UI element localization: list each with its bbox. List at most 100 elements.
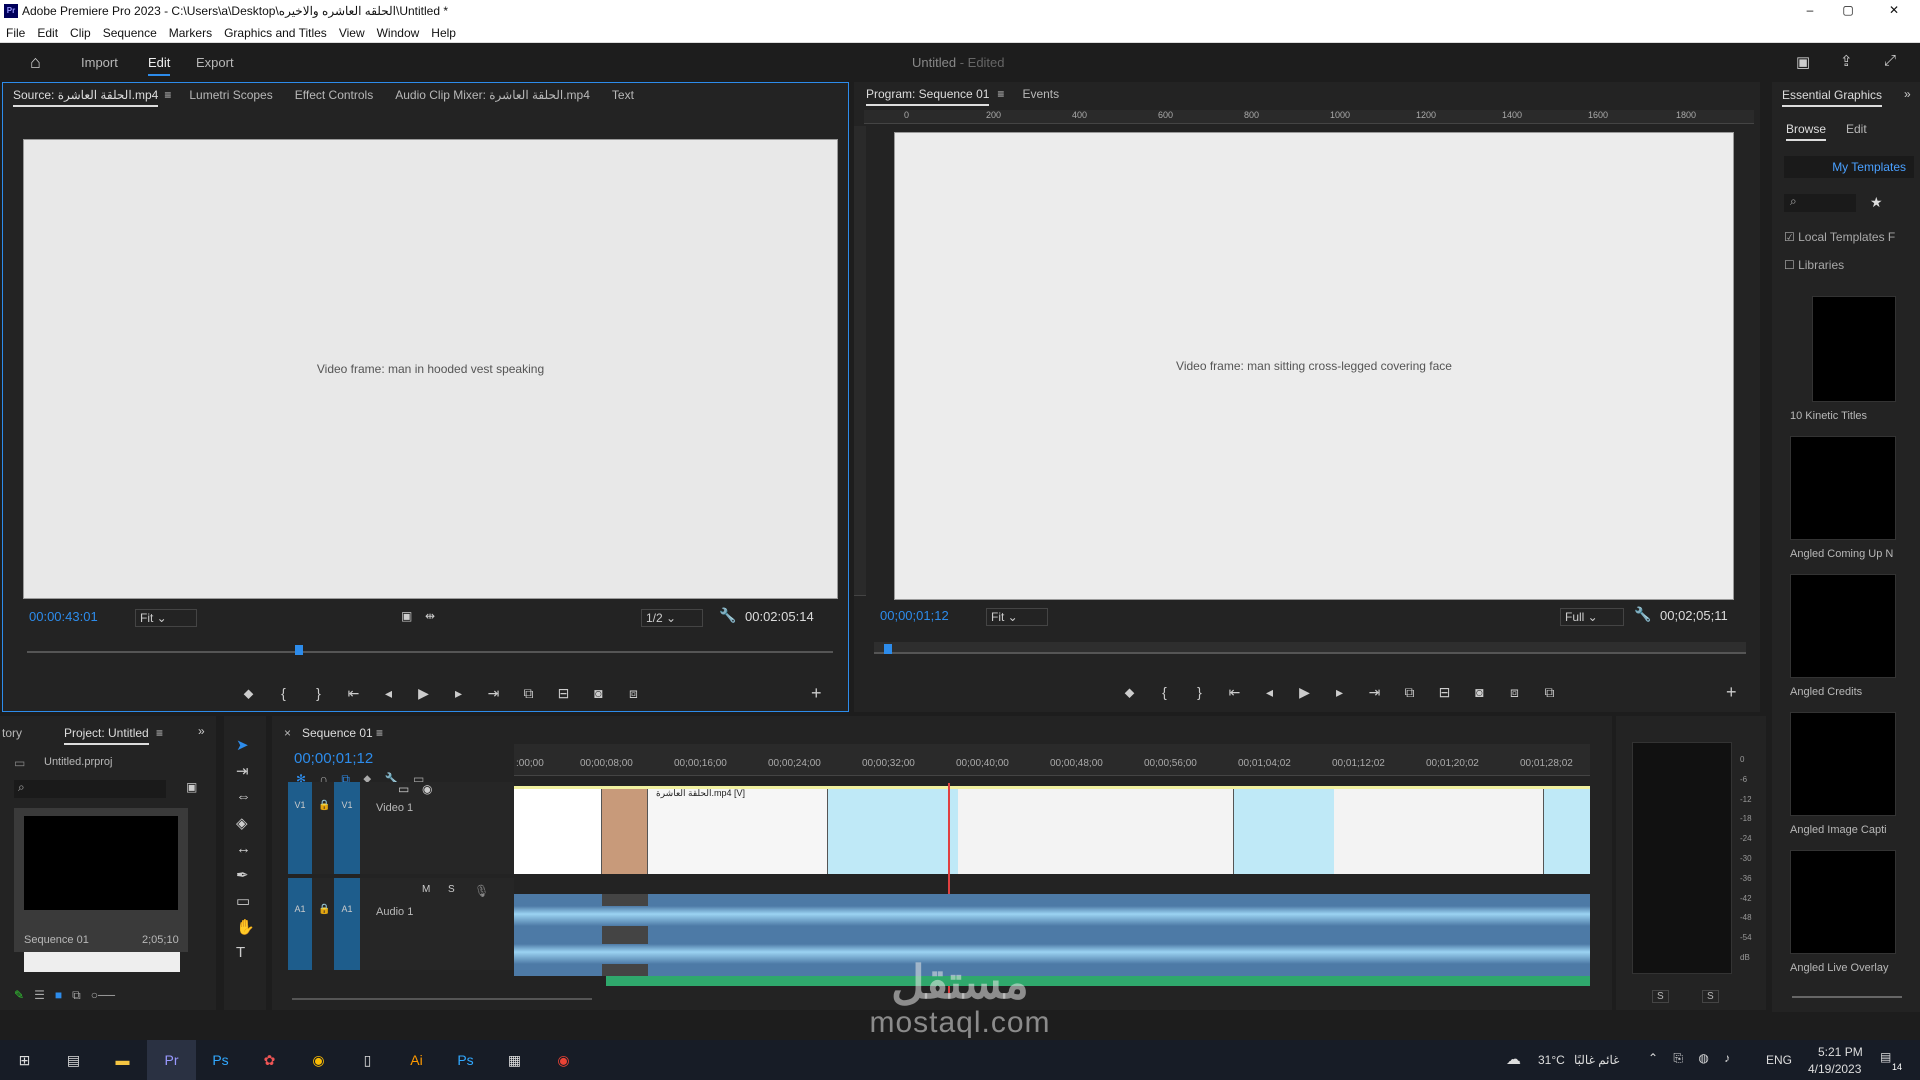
program-fit-dropdown[interactable]: Fit ⌄ <box>986 608 1048 626</box>
lift-icon[interactable]: ⧉ <box>1392 684 1427 701</box>
tab-audio-clip-mixer[interactable]: Audio Clip Mixer: الحلقة العاشرة.mp4 <box>395 88 590 102</box>
play-icon[interactable]: ▶ <box>406 685 441 702</box>
close-button[interactable]: ✕ <box>1884 3 1904 17</box>
project-menu-icon[interactable]: ≡ <box>156 726 163 740</box>
tab-events[interactable]: Events <box>1022 87 1059 101</box>
thumbnail-size-slider[interactable] <box>1792 996 1902 998</box>
photoshop-taskbar-icon[interactable]: Ps <box>441 1040 490 1080</box>
insert-icon[interactable]: ⧉ <box>511 685 546 702</box>
app-taskbar-icon[interactable]: ✿ <box>245 1040 294 1080</box>
video-clip[interactable] <box>1334 789 1544 874</box>
video-clip[interactable] <box>958 789 1234 874</box>
task-view-icon[interactable]: ▤ <box>49 1040 98 1080</box>
tab-text[interactable]: Text <box>612 88 634 102</box>
template-thumbnail[interactable] <box>1790 436 1896 540</box>
close-sequence-icon[interactable]: × <box>284 726 291 740</box>
source-timecode[interactable]: 00:00:43:01 <box>29 609 98 624</box>
clip-thumbnail[interactable] <box>24 952 180 972</box>
panel-menu-icon[interactable]: ≡ <box>164 88 171 102</box>
template-thumbnail[interactable] <box>1790 712 1896 816</box>
new-bin-icon[interactable]: ▣ <box>186 780 197 794</box>
premiere-taskbar-icon[interactable]: Pr <box>147 1040 196 1080</box>
tab-program[interactable]: Program: Sequence 01 <box>866 87 990 106</box>
go-to-in-icon[interactable]: ⇤ <box>336 685 371 702</box>
mute-icon[interactable]: M <box>422 884 430 895</box>
tray-icons[interactable]: ⌃ ⎘ ◍ ♪ <box>1648 1051 1736 1066</box>
notepad-taskbar-icon[interactable]: ▯ <box>343 1040 392 1080</box>
tab-history[interactable]: tory <box>2 726 22 740</box>
selection-tool-icon[interactable]: ➤ <box>236 736 249 754</box>
go-to-out-icon[interactable]: ⇥ <box>476 685 511 702</box>
icon-view-icon[interactable]: ■ <box>55 988 62 1002</box>
add-marker-icon[interactable]: ⬥ <box>231 685 266 702</box>
menu-markers[interactable]: Markers <box>163 23 218 43</box>
camera-icon[interactable]: ◙ <box>581 685 616 701</box>
tab-effect-controls[interactable]: Effect Controls <box>295 88 373 102</box>
illustrator-taskbar-icon[interactable]: Ai <box>392 1040 441 1080</box>
my-templates-button[interactable]: My Templates <box>1784 156 1914 178</box>
project-search-input[interactable]: ⌕ <box>14 780 166 798</box>
sequence-menu-icon[interactable]: ≡ <box>376 726 383 740</box>
step-forward-icon[interactable]: ▸ <box>441 685 476 702</box>
timeline-zoom-scrollbar[interactable] <box>292 998 592 1000</box>
mark-out-icon[interactable]: } <box>1182 684 1217 700</box>
template-thumbnail[interactable] <box>1812 296 1896 402</box>
pen-tool-icon[interactable]: ✒ <box>236 866 249 884</box>
maximize-button[interactable]: ▢ <box>1838 3 1858 17</box>
weather-text[interactable]: غائم غالبًا <box>1574 1053 1619 1067</box>
tab-source[interactable]: Source: الحلقة العاشرة.mp4 <box>13 88 159 107</box>
notification-icon[interactable]: ▤ <box>1880 1050 1891 1064</box>
workspace-tab-export[interactable]: Export <box>196 55 234 70</box>
multicam-icon[interactable]: ⧈ <box>616 685 651 702</box>
play-icon[interactable]: ▶ <box>1287 684 1322 701</box>
chrome-taskbar-icon[interactable]: ◉ <box>294 1040 343 1080</box>
timeline-timecode[interactable]: 00;00;01;12 <box>294 750 373 767</box>
source-resolution-dropdown[interactable]: 1/2 ⌄ <box>641 609 703 627</box>
eye-icon[interactable]: ◉ <box>422 782 432 796</box>
weather-icon[interactable]: ☁ <box>1506 1050 1521 1068</box>
ripple-edit-tool-icon[interactable]: ⇔ <box>236 788 251 805</box>
step-forward-icon[interactable]: ▸ <box>1322 684 1357 701</box>
go-to-in-icon[interactable]: ⇤ <box>1217 684 1252 701</box>
step-back-icon[interactable]: ◂ <box>1252 684 1287 701</box>
chrome-profile-taskbar-icon[interactable]: ◉ <box>539 1040 588 1080</box>
program-add-button-icon[interactable]: + <box>1726 682 1737 703</box>
program-menu-icon[interactable]: ≡ <box>997 87 1004 101</box>
rectangle-tool-icon[interactable]: ▭ <box>236 892 250 910</box>
tab-browse[interactable]: Browse <box>1786 122 1827 141</box>
source-scrub-bar[interactable] <box>27 651 833 653</box>
quick-export-icon[interactable]: ▣ <box>1796 53 1810 71</box>
workspace-tab-edit[interactable]: Edit <box>148 55 171 76</box>
file-explorer-icon[interactable]: ▬ <box>98 1040 147 1080</box>
zoom-slider-icon[interactable]: ○── <box>91 988 115 1002</box>
windows-start-icon[interactable]: ⊞ <box>0 1040 49 1080</box>
program-scrub-bar[interactable] <box>874 642 1746 654</box>
menu-window[interactable]: Window <box>371 23 426 43</box>
workspace-tab-import[interactable]: Import <box>81 55 118 70</box>
list-view-icon[interactable]: ☰ <box>34 988 45 1002</box>
source-add-button-icon[interactable]: + <box>811 683 822 704</box>
panel-expand-icon[interactable]: » <box>198 724 205 738</box>
go-to-out-icon[interactable]: ⇥ <box>1357 684 1392 701</box>
type-tool-icon[interactable]: T <box>236 944 245 961</box>
mark-out-icon[interactable]: } <box>301 685 336 701</box>
solo-right-button[interactable]: S <box>1702 990 1719 1003</box>
sequence-tab[interactable]: Sequence 01 <box>302 726 373 740</box>
program-resolution-dropdown[interactable]: Full ⌄ <box>1560 608 1624 626</box>
input-language[interactable]: ENG <box>1766 1053 1792 1067</box>
photoshop-taskbar-icon[interactable]: Ps <box>196 1040 245 1080</box>
source-patch-v1[interactable]: V1 <box>288 782 312 874</box>
add-marker-icon[interactable]: ⬥ <box>1112 684 1147 701</box>
panel-expand-icon[interactable]: » <box>1904 87 1911 101</box>
menu-edit[interactable]: Edit <box>31 23 64 43</box>
weather-temp[interactable]: 31°C <box>1538 1053 1565 1067</box>
program-settings-icon[interactable]: 🔧 <box>1634 606 1651 623</box>
source-playhead[interactable] <box>295 645 303 655</box>
overwrite-icon[interactable]: ⊟ <box>546 685 581 702</box>
step-back-icon[interactable]: ◂ <box>371 685 406 702</box>
clapper-taskbar-icon[interactable]: ▦ <box>490 1040 539 1080</box>
microphone-icon[interactable]: 🎙 <box>474 884 489 898</box>
sequence-thumbnail[interactable]: Sequence 01 2;05;10 <box>14 808 188 952</box>
template-search-input[interactable]: ⌕ <box>1784 194 1856 212</box>
favorites-star-icon[interactable]: ★ <box>1870 194 1883 211</box>
